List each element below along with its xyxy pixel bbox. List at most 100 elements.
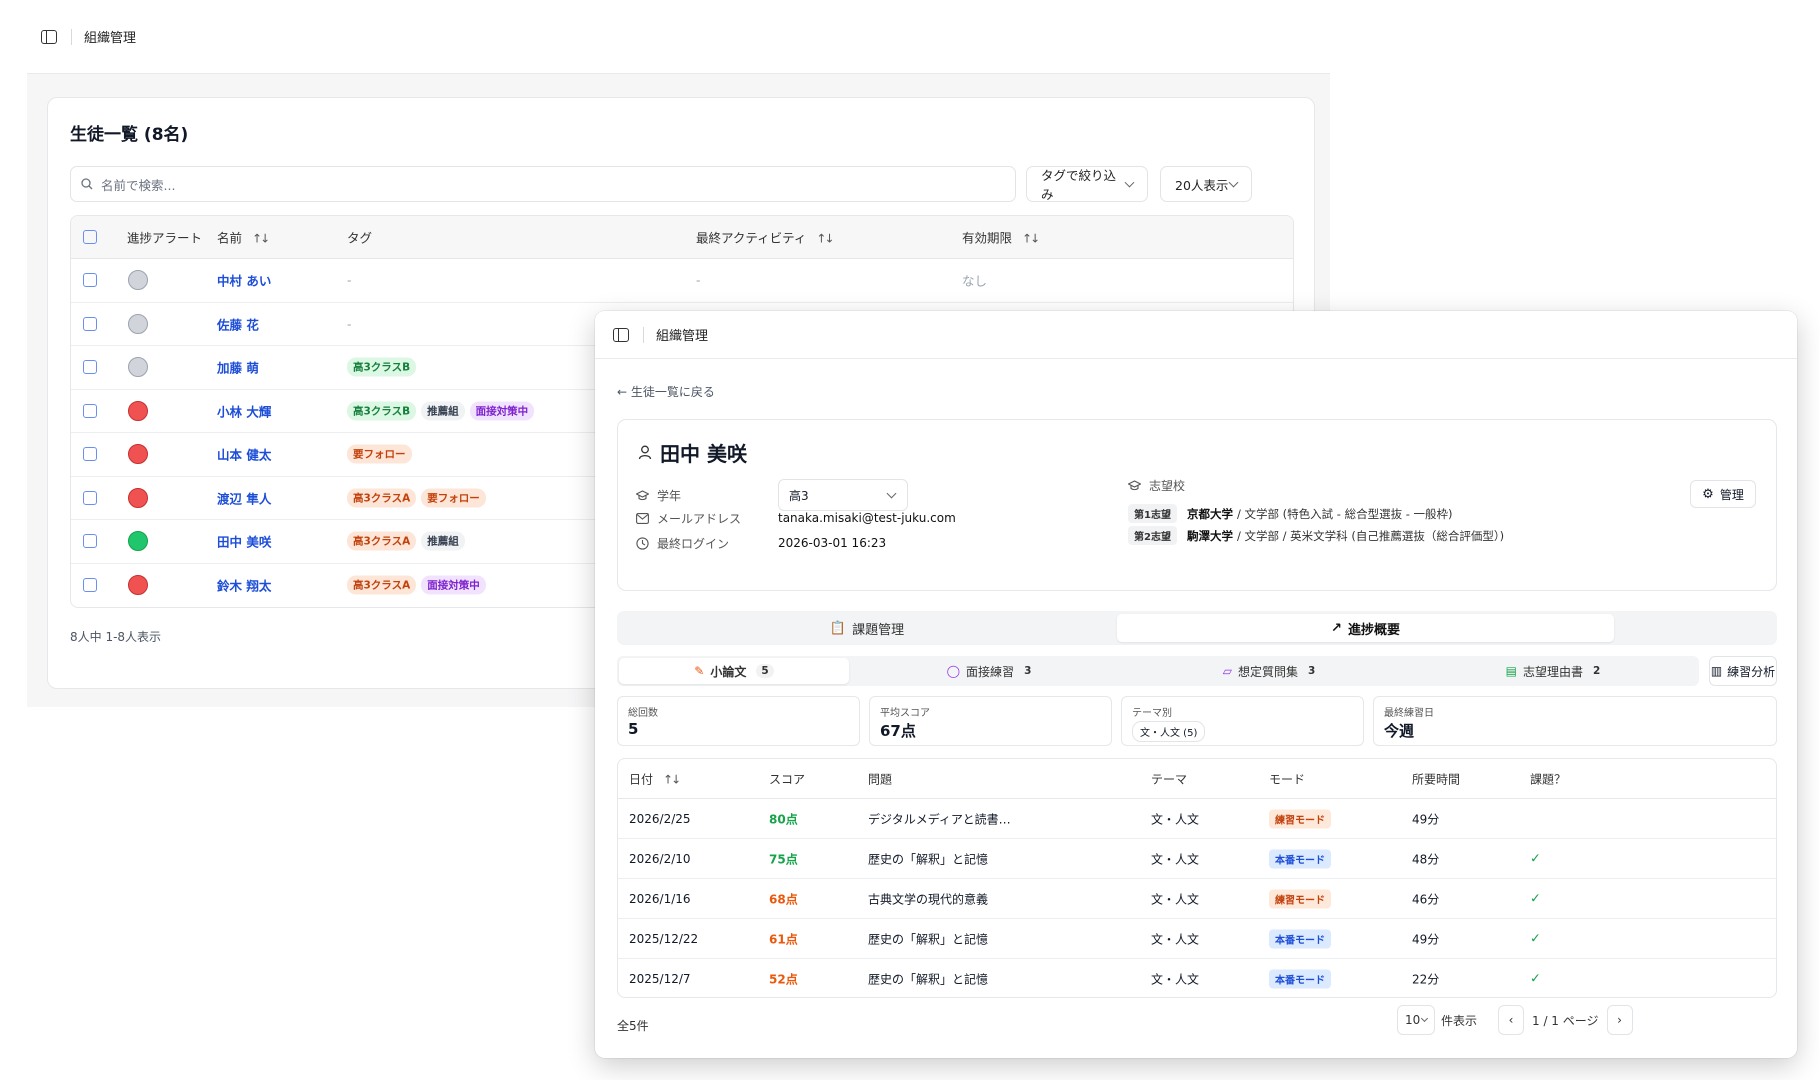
select-all-checkbox[interactable]: [83, 230, 97, 244]
tag-badge: 高3クラスA: [347, 531, 417, 551]
table-row[interactable]: 中村 あい - - なし: [71, 259, 1293, 303]
time-cell: 49分: [1412, 812, 1440, 826]
search-input[interactable]: 名前で検索...: [70, 166, 1016, 202]
sidebar-toggle-icon[interactable]: [41, 29, 57, 44]
mail-icon: [636, 513, 649, 524]
subtab-motivation[interactable]: ▤ 志望理由書 2: [1409, 658, 1697, 684]
prev-page-button[interactable]: ‹: [1498, 1005, 1524, 1035]
student-name-link[interactable]: 小林 大輝: [217, 401, 271, 420]
subtab-questions[interactable]: ▱ 想定質問集 3: [1129, 658, 1409, 684]
progress-alert-indicator: [128, 357, 148, 378]
student-name-link[interactable]: 佐藤 花: [217, 314, 259, 333]
tag-list: 高3クラスA 面接対策中: [347, 575, 491, 595]
chevron-down-icon: [1420, 1014, 1429, 1022]
main-tabs: 📋 課題管理 ↗ 進捗概要: [617, 611, 1777, 645]
per-page-label: 20人表示: [1175, 177, 1229, 193]
sidebar-toggle-icon[interactable]: [613, 327, 629, 342]
clock-icon: [636, 537, 649, 550]
table-row[interactable]: 2025/12/7 52点 歴史の「解釈」と記憶 文・人文 本番モード 22分 ✓: [618, 959, 1776, 997]
manage-button[interactable]: ⚙ 管理: [1690, 480, 1756, 508]
time-cell: 48分: [1412, 852, 1440, 866]
theme-cell: 文・人文: [1151, 852, 1200, 866]
tag-badge: 推薦組: [421, 531, 465, 551]
score-cell: 75点: [769, 852, 798, 866]
analysis-button[interactable]: ▥ 練習分析: [1709, 656, 1777, 686]
progress-alert-indicator: [128, 575, 148, 596]
student-name-link[interactable]: 田中 美咲: [217, 532, 271, 551]
check-icon: ✓: [1530, 931, 1541, 946]
graduation-cap-icon: [636, 490, 649, 501]
tab-progress-overview[interactable]: ↗ 進捗概要: [1117, 614, 1614, 642]
progress-alert-indicator: [128, 487, 148, 508]
tab-assignment-management[interactable]: 📋 課題管理: [620, 614, 1114, 642]
progress-alert-indicator: [128, 270, 148, 291]
choice-2: 第2志望 駒澤大学 / 文学部 / 英米文学科 (自己推薦選抜（総合評価型）): [1128, 526, 1504, 545]
table-body: 2026/2/25 80点 デジタルメディアと読書… 文・人文 練習モード 49分 2026…: [618, 799, 1776, 997]
sort-icon: ↑↓: [663, 772, 681, 786]
row-checkbox[interactable]: [83, 403, 97, 418]
row-checkbox[interactable]: [83, 273, 97, 288]
pen-icon: ✎: [694, 664, 705, 678]
time-cell: 22分: [1412, 972, 1440, 987]
tag-filter-select[interactable]: タグで絞り込み: [1026, 166, 1148, 202]
sort-icon: ↑↓: [816, 231, 834, 246]
chevron-down-icon: [886, 488, 897, 498]
date-cell: 2025/12/7: [629, 972, 691, 986]
chevron-left-icon: ‹: [1508, 1013, 1514, 1027]
tag-badge: 高3クラスA: [347, 575, 417, 595]
score-cell: 61点: [769, 932, 798, 946]
stat-last-practice: 最終練習日 今週: [1373, 696, 1777, 746]
date-cell: 2026/2/10: [629, 851, 691, 866]
theme-cell: 文・人文: [1151, 972, 1200, 987]
check-icon: ✓: [1530, 971, 1541, 987]
row-checkbox[interactable]: [83, 316, 97, 331]
student-name: 田中 美咲: [638, 438, 747, 467]
grade-select[interactable]: 高3: [778, 479, 908, 511]
tag-list: 高3クラスA 要フォロー: [347, 488, 491, 508]
table-row[interactable]: 2026/2/25 80点 デジタルメディアと読書… 文・人文 練習モード 49分: [618, 799, 1776, 839]
tag-badge: 面接対策中: [421, 575, 486, 595]
col-date[interactable]: 日付 ↑↓: [629, 770, 681, 787]
clipboard-icon: 📋: [829, 620, 847, 636]
back-link[interactable]: ← 生徒一覧に戻る: [617, 383, 715, 400]
row-checkbox[interactable]: [83, 534, 97, 549]
table-row[interactable]: 2026/2/10 75点 歴史の「解釈」と記憶 文・人文 本番モード 48分 ✓: [618, 839, 1776, 879]
student-name-link[interactable]: 山本 健太: [217, 445, 271, 464]
row-checkbox[interactable]: [83, 447, 97, 462]
col-expiry[interactable]: 有効期限 ↑↓: [962, 228, 1040, 247]
progress-alert-indicator: [128, 400, 148, 421]
next-page-button[interactable]: ›: [1606, 1005, 1633, 1035]
time-cell: 46分: [1412, 892, 1440, 906]
card-title: 生徒一覧 (8名): [70, 125, 189, 145]
chat-bubble-icon: ◯: [946, 664, 961, 678]
practice-table: 日付 ↑↓ スコア 問題 テーマ モード 所要時間 課題？ 2026/2/25 80…: [617, 758, 1777, 998]
col-assignment: 課題？: [1530, 772, 1567, 786]
score-cell: 68点: [769, 892, 798, 906]
tag-badge: 高3クラスA: [347, 488, 417, 508]
student-name-link[interactable]: 鈴木 翔太: [217, 576, 271, 595]
score-cell: 80点: [769, 812, 798, 826]
student-name-link[interactable]: 中村 あい: [217, 271, 271, 290]
document-icon: ▤: [1505, 664, 1517, 678]
date-cell: 2025/12/22: [629, 931, 699, 946]
subtab-essay[interactable]: ✎ 小論文 5: [619, 658, 849, 684]
col-last-activity[interactable]: 最終アクティビティ ↑↓: [696, 228, 835, 247]
student-name-link[interactable]: 加藤 萌: [217, 358, 259, 377]
row-checkbox[interactable]: [83, 578, 97, 593]
chevron-down-icon: [1228, 177, 1239, 187]
table-row[interactable]: 2025/12/22 61点 歴史の「解釈」と記憶 文・人文 本番モード 49分 ✓: [618, 919, 1776, 959]
row-checkbox[interactable]: [83, 360, 97, 375]
row-checkbox[interactable]: [83, 490, 97, 505]
table-row[interactable]: 2026/1/16 68点 古典文学の現代的意義 文・人文 練習モード 46分 ✓: [618, 879, 1776, 919]
arrow-left-icon: ←: [617, 385, 631, 399]
search-icon: [81, 178, 93, 190]
score-cell: 52点: [769, 972, 798, 987]
student-name-link[interactable]: 渡辺 隼人: [217, 488, 271, 507]
subtab-interview[interactable]: ◯ 面接練習 3: [849, 658, 1129, 684]
per-page-select[interactable]: 20人表示: [1160, 166, 1252, 202]
tag-badge: 面接対策中: [469, 401, 535, 421]
per-page-select[interactable]: 10: [1397, 1005, 1435, 1035]
progress-alert-indicator: [128, 531, 148, 552]
col-name[interactable]: 名前 ↑↓: [217, 228, 270, 247]
problem-cell: 歴史の「解釈」と記憶: [868, 932, 989, 946]
